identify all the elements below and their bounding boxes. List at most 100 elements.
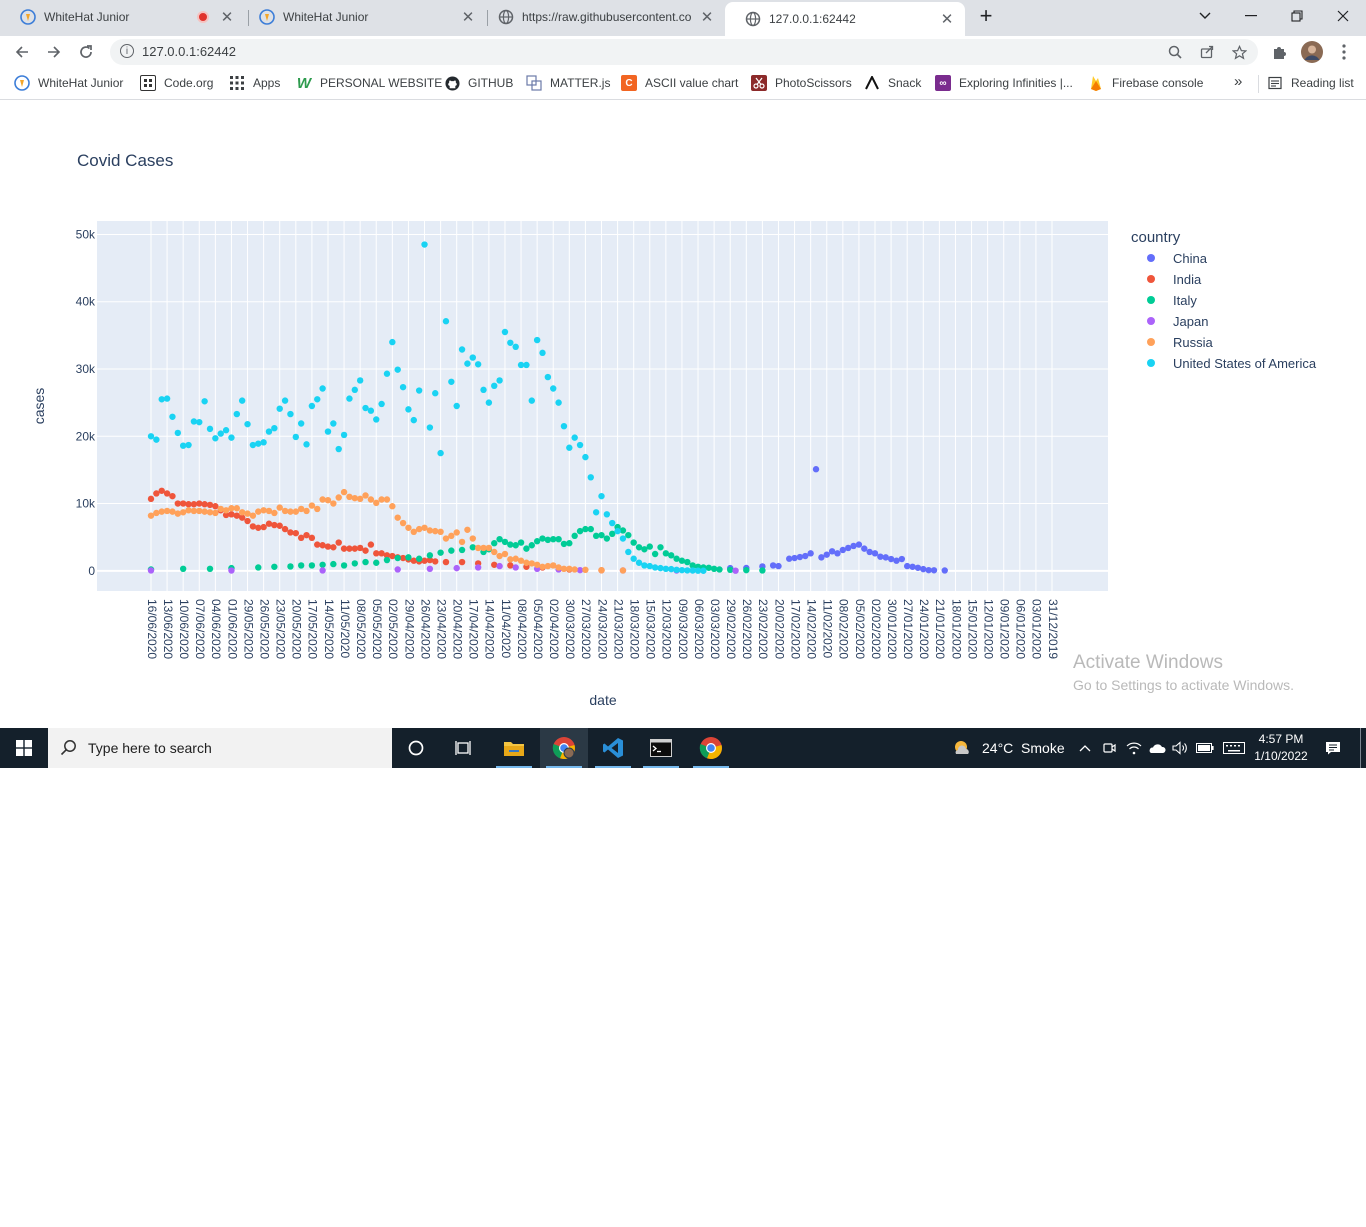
bookmark-photoscissors[interactable]: PhotoScissors <box>751 75 852 91</box>
show-desktop-button[interactable] <box>1360 728 1361 768</box>
data-point[interactable] <box>533 336 541 344</box>
data-point[interactable] <box>571 566 578 573</box>
data-point[interactable] <box>260 523 267 531</box>
more-menu-icon[interactable] <box>1332 40 1356 64</box>
data-point[interactable] <box>791 554 798 562</box>
data-point[interactable] <box>871 550 879 557</box>
data-point[interactable] <box>668 552 675 559</box>
data-point[interactable] <box>517 539 525 546</box>
data-point[interactable] <box>576 441 584 449</box>
data-point[interactable] <box>700 567 707 574</box>
data-point[interactable] <box>415 555 423 562</box>
data-point[interactable] <box>399 383 407 391</box>
data-point[interactable] <box>512 564 519 571</box>
bookmark-personal-website[interactable]: W PERSONAL WEBSITE <box>296 75 442 92</box>
data-point[interactable] <box>169 492 176 500</box>
data-point[interactable] <box>437 549 444 556</box>
data-point[interactable] <box>244 420 251 428</box>
data-point[interactable] <box>448 378 455 385</box>
data-point[interactable] <box>276 405 283 412</box>
legend-item[interactable]: China <box>1147 251 1208 266</box>
terminal-button[interactable] <box>637 728 685 768</box>
data-point[interactable] <box>469 535 476 542</box>
data-point[interactable] <box>405 524 412 531</box>
bookmark-github[interactable]: GITHUB <box>444 75 513 91</box>
data-point[interactable] <box>684 558 691 566</box>
data-point[interactable] <box>217 505 224 513</box>
data-point[interactable] <box>405 554 412 561</box>
data-point[interactable] <box>233 505 241 512</box>
data-point[interactable] <box>244 517 251 525</box>
data-point[interactable] <box>587 474 594 481</box>
data-point[interactable] <box>587 525 594 533</box>
data-point[interactable] <box>426 552 434 559</box>
data-point[interactable] <box>340 562 348 569</box>
data-point[interactable] <box>614 527 621 535</box>
data-point[interactable] <box>260 439 267 446</box>
data-point[interactable] <box>716 566 723 573</box>
data-point[interactable] <box>458 546 466 554</box>
data-point[interactable] <box>319 385 326 392</box>
meet-now-icon[interactable] <box>1099 738 1119 758</box>
data-point[interactable] <box>458 346 466 353</box>
data-point[interactable] <box>389 503 396 510</box>
data-point[interactable] <box>330 420 337 427</box>
legend-item[interactable]: India <box>1147 272 1202 287</box>
data-point[interactable] <box>255 440 262 447</box>
data-point[interactable] <box>437 449 444 457</box>
data-point[interactable] <box>276 522 283 529</box>
data-point[interactable] <box>281 525 289 533</box>
onedrive-cloud-icon[interactable] <box>1147 738 1167 758</box>
data-point[interactable] <box>297 562 305 569</box>
data-point[interactable] <box>330 560 337 568</box>
data-point[interactable] <box>314 396 321 403</box>
data-point[interactable] <box>212 509 219 517</box>
bookmark-codeorg[interactable]: Code.org <box>140 75 213 91</box>
data-point[interactable] <box>255 508 262 515</box>
data-point[interactable] <box>598 531 605 539</box>
minimize-button[interactable] <box>1228 0 1274 32</box>
data-point[interactable] <box>292 529 300 537</box>
data-point[interactable] <box>346 395 353 402</box>
data-point[interactable] <box>249 523 257 530</box>
cortana-button[interactable] <box>392 728 440 768</box>
site-info-icon[interactable]: i <box>120 44 134 58</box>
data-point[interactable] <box>619 567 627 574</box>
data-point[interactable] <box>389 338 396 346</box>
data-point[interactable] <box>474 564 482 571</box>
data-point[interactable] <box>367 407 375 414</box>
data-point[interactable] <box>571 532 578 540</box>
data-point[interactable] <box>501 550 509 558</box>
data-point[interactable] <box>346 493 353 501</box>
data-point[interactable] <box>367 541 375 548</box>
data-point[interactable] <box>356 495 364 503</box>
data-point[interactable] <box>598 566 605 574</box>
data-point[interactable] <box>442 558 450 566</box>
data-point[interactable] <box>308 534 316 542</box>
data-point[interactable] <box>308 562 316 569</box>
data-point[interactable] <box>458 538 466 546</box>
data-point[interactable] <box>941 567 948 574</box>
data-point[interactable] <box>496 562 503 570</box>
data-point[interactable] <box>319 542 326 549</box>
browser-tab[interactable]: WhiteHat Junior ✕ <box>0 0 245 34</box>
data-point[interactable] <box>432 558 439 565</box>
data-point[interactable] <box>238 397 246 404</box>
start-button[interactable] <box>0 728 48 768</box>
data-point[interactable] <box>491 561 498 568</box>
close-tab-icon[interactable]: ✕ <box>697 8 717 26</box>
data-point[interactable] <box>807 550 814 557</box>
data-point[interactable] <box>453 529 460 536</box>
data-point[interactable] <box>442 318 450 325</box>
data-point[interactable] <box>539 349 546 357</box>
data-point[interactable] <box>373 416 380 423</box>
data-point[interactable] <box>603 535 611 542</box>
data-point[interactable] <box>474 361 482 368</box>
data-point[interactable] <box>566 444 573 451</box>
data-point[interactable] <box>528 542 535 549</box>
data-point[interactable] <box>362 547 369 554</box>
data-point[interactable] <box>169 413 176 420</box>
data-point[interactable] <box>228 511 235 518</box>
legend-item[interactable]: Russia <box>1147 335 1214 350</box>
data-point[interactable] <box>287 563 294 570</box>
